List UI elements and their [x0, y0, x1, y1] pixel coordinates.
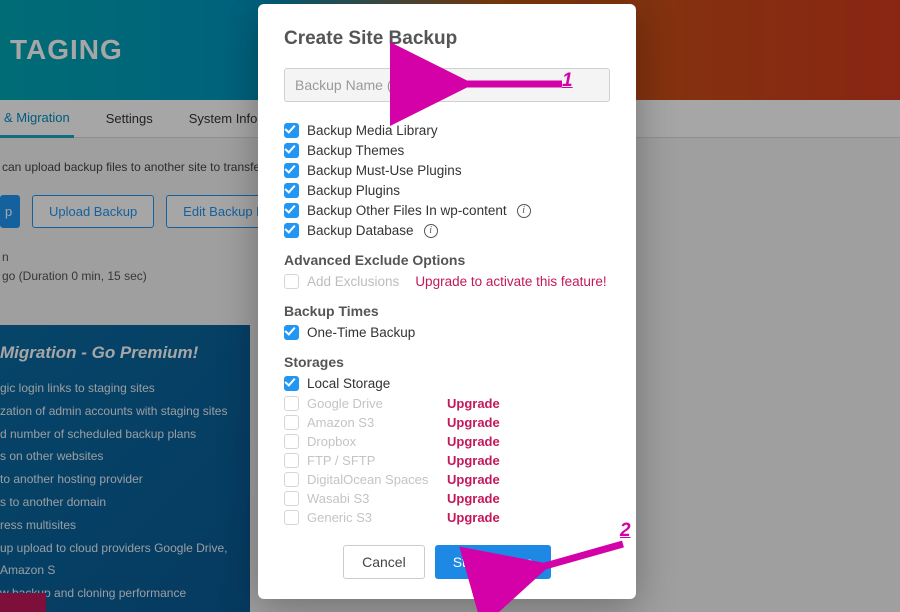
- section-storages: Storages: [284, 354, 610, 370]
- chk-plugins[interactable]: Backup Plugins: [284, 183, 610, 198]
- checkbox-icon: [284, 415, 299, 430]
- upgrade-link[interactable]: Upgrade: [447, 453, 500, 468]
- storage-label: Wasabi S3: [307, 491, 439, 506]
- create-backup-modal: Create Site Backup Backup Media Library …: [258, 4, 636, 599]
- checkbox-icon: [284, 376, 299, 391]
- checkbox-icon: [284, 491, 299, 506]
- section-backup-times: Backup Times: [284, 303, 610, 319]
- checkbox-icon: [284, 510, 299, 525]
- chk-local-storage[interactable]: Local Storage: [284, 376, 610, 391]
- start-backup-button[interactable]: Start Backup: [435, 545, 551, 579]
- chk-label: Add Exclusions: [307, 274, 399, 289]
- chk-label: Backup Other Files In wp-content: [307, 203, 507, 218]
- checkbox-icon: [284, 396, 299, 411]
- chk-media-library[interactable]: Backup Media Library: [284, 123, 610, 138]
- storage-wasabi: Wasabi S3 Upgrade: [284, 491, 610, 506]
- chk-database[interactable]: Backup Database i: [284, 223, 610, 238]
- checkbox-icon: [284, 163, 299, 178]
- checkbox-icon: [284, 183, 299, 198]
- modal-actions: Cancel Start Backup: [284, 545, 610, 579]
- upgrade-link[interactable]: Upgrade to activate this feature!: [415, 274, 606, 289]
- chk-one-time[interactable]: One-Time Backup: [284, 325, 610, 340]
- storage-label: Generic S3: [307, 510, 439, 525]
- checkbox-icon: [284, 143, 299, 158]
- storage-label: Google Drive: [307, 396, 439, 411]
- checkbox-icon: [284, 434, 299, 449]
- chk-mu-plugins[interactable]: Backup Must-Use Plugins: [284, 163, 610, 178]
- upgrade-link[interactable]: Upgrade: [447, 396, 500, 411]
- storage-google-drive: Google Drive Upgrade: [284, 396, 610, 411]
- storage-label: Dropbox: [307, 434, 439, 449]
- storage-label: Local Storage: [307, 376, 390, 391]
- storage-dropbox: Dropbox Upgrade: [284, 434, 610, 449]
- checkbox-icon: [284, 203, 299, 218]
- storage-label: DigitalOcean Spaces: [307, 472, 439, 487]
- chk-label: Backup Media Library: [307, 123, 438, 138]
- backup-name-input[interactable]: [284, 68, 610, 102]
- storage-label: FTP / SFTP: [307, 453, 439, 468]
- chk-label: Backup Must-Use Plugins: [307, 163, 462, 178]
- storage-ftp-sftp: FTP / SFTP Upgrade: [284, 453, 610, 468]
- checkbox-icon: [284, 123, 299, 138]
- upgrade-link[interactable]: Upgrade: [447, 491, 500, 506]
- section-advanced-exclude: Advanced Exclude Options: [284, 252, 610, 268]
- info-icon[interactable]: i: [424, 224, 438, 238]
- upgrade-link[interactable]: Upgrade: [447, 472, 500, 487]
- cancel-button[interactable]: Cancel: [343, 545, 425, 579]
- storage-amazon-s3: Amazon S3 Upgrade: [284, 415, 610, 430]
- storage-label: Amazon S3: [307, 415, 439, 430]
- upgrade-link[interactable]: Upgrade: [447, 510, 500, 525]
- checkbox-icon: [284, 223, 299, 238]
- checkbox-icon: [284, 472, 299, 487]
- chk-themes[interactable]: Backup Themes: [284, 143, 610, 158]
- chk-label: Backup Themes: [307, 143, 404, 158]
- chk-add-exclusions: Add Exclusions Upgrade to activate this …: [284, 274, 610, 289]
- checkbox-icon: [284, 453, 299, 468]
- chk-label: One-Time Backup: [307, 325, 415, 340]
- upgrade-link[interactable]: Upgrade: [447, 415, 500, 430]
- storage-digitalocean: DigitalOcean Spaces Upgrade: [284, 472, 610, 487]
- chk-other-files[interactable]: Backup Other Files In wp-content i: [284, 203, 610, 218]
- upgrade-link[interactable]: Upgrade: [447, 434, 500, 449]
- chk-label: Backup Database: [307, 223, 414, 238]
- chk-label: Backup Plugins: [307, 183, 400, 198]
- modal-title: Create Site Backup: [284, 28, 610, 50]
- checkbox-icon: [284, 325, 299, 340]
- storage-generic-s3: Generic S3 Upgrade: [284, 510, 610, 525]
- checkbox-icon: [284, 274, 299, 289]
- info-icon[interactable]: i: [517, 204, 531, 218]
